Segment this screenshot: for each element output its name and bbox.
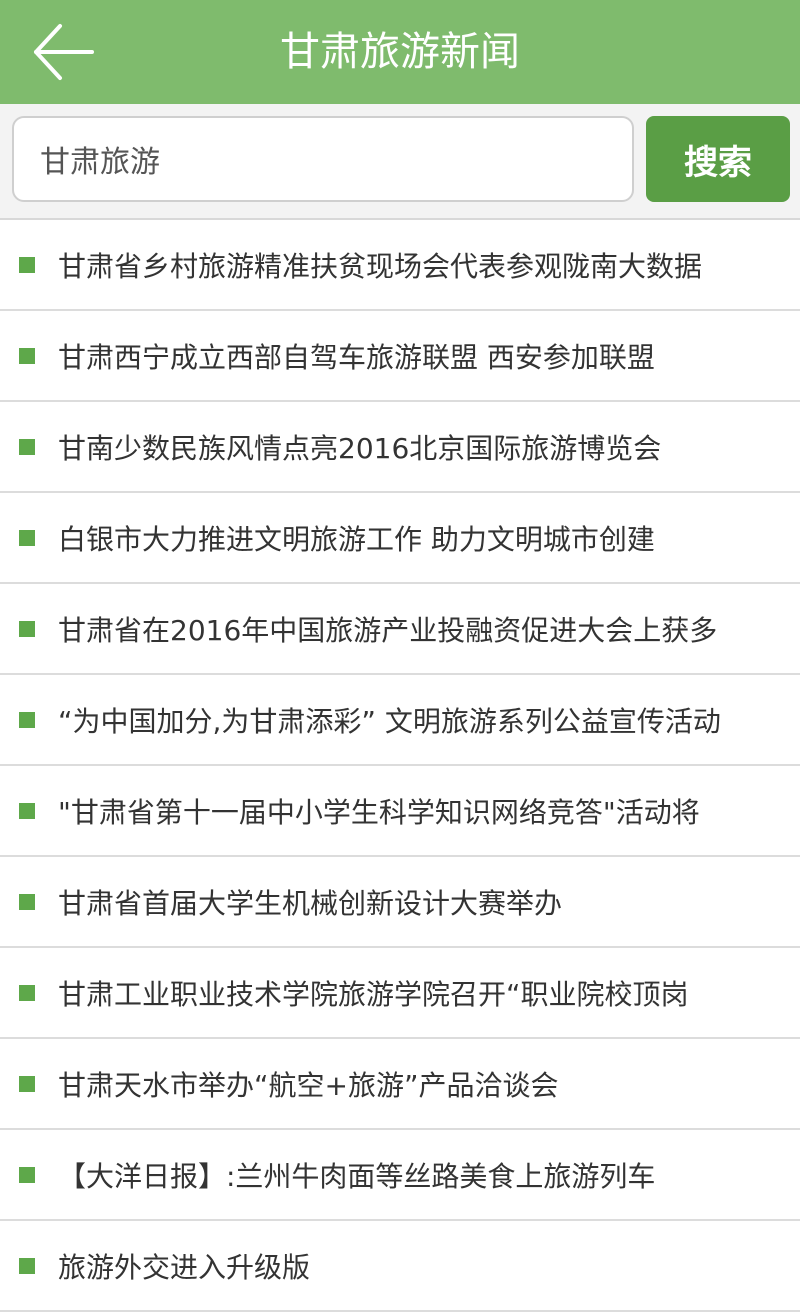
news-item[interactable]: 白银市大力推进文明旅游工作 助力文明城市创建 [0,493,800,584]
news-item[interactable]: 【大洋日报】:兰州牛肉面等丝路美食上旅游列车 [0,1130,800,1221]
news-list: 甘肃省乡村旅游精准扶贫现场会代表参观陇南大数据 甘肃西宁成立西部自驾车旅游联盟 … [0,220,800,1312]
search-bar: 搜索 [0,104,800,220]
bullet-square-icon [19,347,35,364]
news-item[interactable]: 甘肃省在2016年中国旅游产业投融资促进大会上获多 [0,584,800,675]
news-item[interactable]: 甘肃省乡村旅游精准扶贫现场会代表参观陇南大数据 [0,220,800,311]
news-title: 甘南少数民族风情点亮2016北京国际旅游博览会 [58,431,662,465]
news-item[interactable]: 甘肃西宁成立西部自驾车旅游联盟 西安参加联盟 [0,311,800,402]
news-item[interactable]: “为中国加分,为甘肃添彩” 文明旅游系列公益宣传活动 [0,675,800,766]
news-title: 【大洋日报】:兰州牛肉面等丝路美食上旅游列车 [58,1159,656,1193]
bullet-square-icon [19,711,35,728]
bullet-square-icon [19,984,35,1001]
news-item[interactable]: 甘肃工业职业技术学院旅游学院召开“职业院校顶岗 [0,948,800,1039]
news-title: 甘肃省乡村旅游精准扶贫现场会代表参观陇南大数据 [58,249,703,283]
page-title: 甘肃旅游新闻 [280,29,520,75]
bullet-square-icon [19,620,35,637]
news-title: 甘肃省在2016年中国旅游产业投融资促进大会上获多 [58,613,718,647]
bullet-square-icon [19,529,35,546]
bullet-square-icon [19,1257,35,1274]
bullet-square-icon [19,256,35,273]
news-title: 甘肃西宁成立西部自驾车旅游联盟 西安参加联盟 [58,340,655,374]
search-button[interactable]: 搜索 [646,116,790,202]
bullet-square-icon [19,438,35,455]
news-item[interactable]: 甘南少数民族风情点亮2016北京国际旅游博览会 [0,402,800,493]
news-item[interactable]: 旅游外交进入升级版 [0,1221,800,1312]
news-title: 白银市大力推进文明旅游工作 助力文明城市创建 [58,522,655,556]
bullet-square-icon [19,893,35,910]
news-item[interactable]: 甘肃天水市举办“航空+旅游”产品洽谈会 [0,1039,800,1130]
bullet-square-icon [19,1075,35,1092]
search-input[interactable] [12,116,634,202]
news-title: 甘肃天水市举办“航空+旅游”产品洽谈会 [58,1068,559,1102]
news-title: “为中国加分,为甘肃添彩” 文明旅游系列公益宣传活动 [58,704,721,738]
bullet-square-icon [19,802,35,819]
news-item[interactable]: 甘肃省首届大学生机械创新设计大赛举办 [0,857,800,948]
news-title: 甘肃工业职业技术学院旅游学院召开“职业院校顶岗 [58,977,689,1011]
news-item[interactable]: "甘肃省第十一届中小学生科学知识网络竞答"活动将 [0,766,800,857]
bullet-square-icon [19,1166,35,1183]
news-title: "甘肃省第十一届中小学生科学知识网络竞答"活动将 [58,795,700,829]
news-title: 甘肃省首届大学生机械创新设计大赛举办 [58,886,563,920]
app-header: 甘肃旅游新闻 [0,0,800,104]
